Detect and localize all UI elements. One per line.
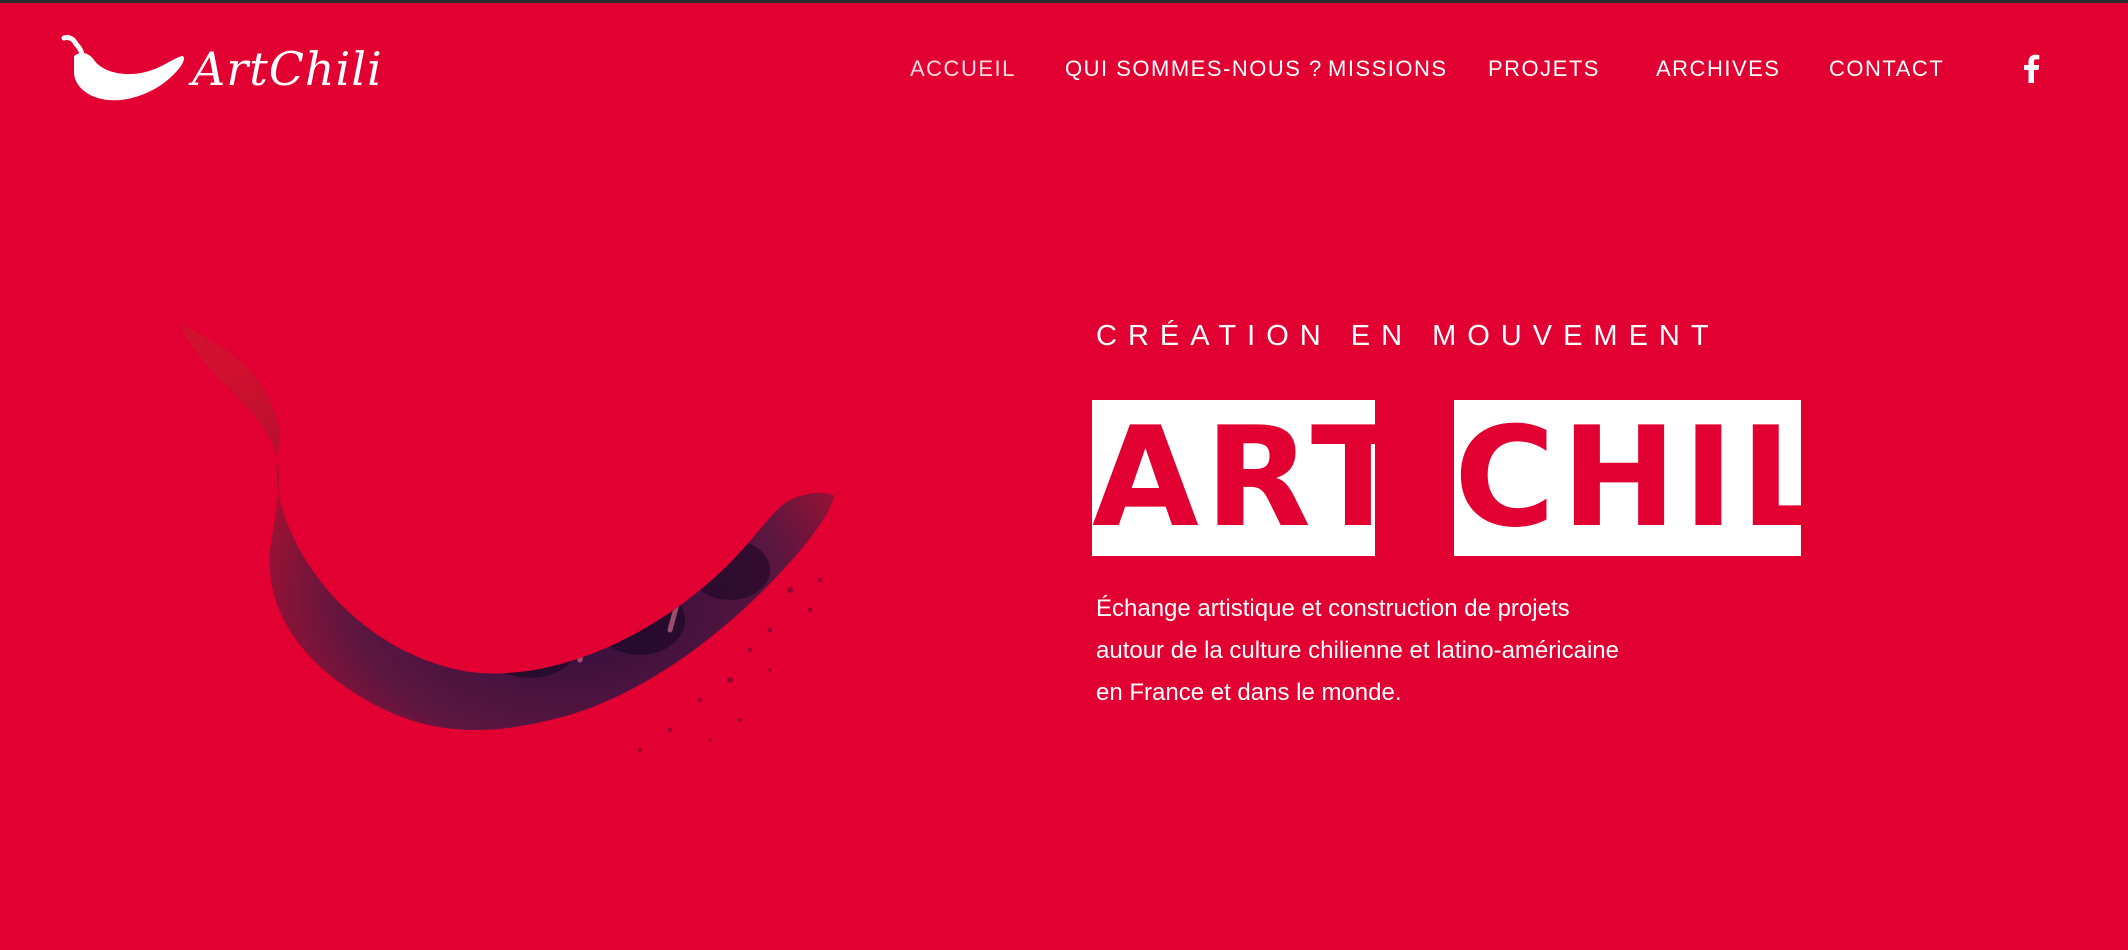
nav-item-accueil[interactable]: ACCUEIL [910,56,1016,82]
site-logo[interactable]: ArtChili [60,34,390,110]
nav-item-missions[interactable]: MISSIONS [1328,56,1448,82]
nav-item-projets[interactable]: PROJETS [1488,56,1600,82]
nav-item-archives[interactable]: ARCHIVES [1656,56,1780,82]
main-nav: ACCUEIL QUI SOMMES-NOUS ? MISSIONS PROJE… [828,53,2128,86]
chili-pepper-icon [61,35,184,101]
hero-description-line: en France et dans le monde. [1096,679,1402,706]
hero-description-line: autour de la culture chilienne et latino… [1096,637,1619,664]
facebook-icon[interactable] [2020,53,2042,83]
hero-section: CRÉATION EN MOUVEMENT ART CHILI Échange … [1092,320,1992,706]
hero-description: Échange artistique et construction de pr… [1096,588,1736,714]
hero-title-chili: CHILI [1454,400,1801,556]
hero-description-line: Échange artistique et construction de pr… [1096,595,1570,622]
hero-title: ART CHILI [1092,400,1992,560]
hero-title-art: ART [1092,400,1375,556]
hero-kicker: CRÉATION EN MOUVEMENT [1096,320,1720,352]
nav-item-contact[interactable]: CONTACT [1829,56,1944,82]
nav-item-qui-sommes-nous[interactable]: QUI SOMMES-NOUS ? [1065,56,1323,82]
logo-text: ArtChili [192,42,383,96]
top-border [0,0,2128,3]
chili-crowd-image [181,310,835,752]
